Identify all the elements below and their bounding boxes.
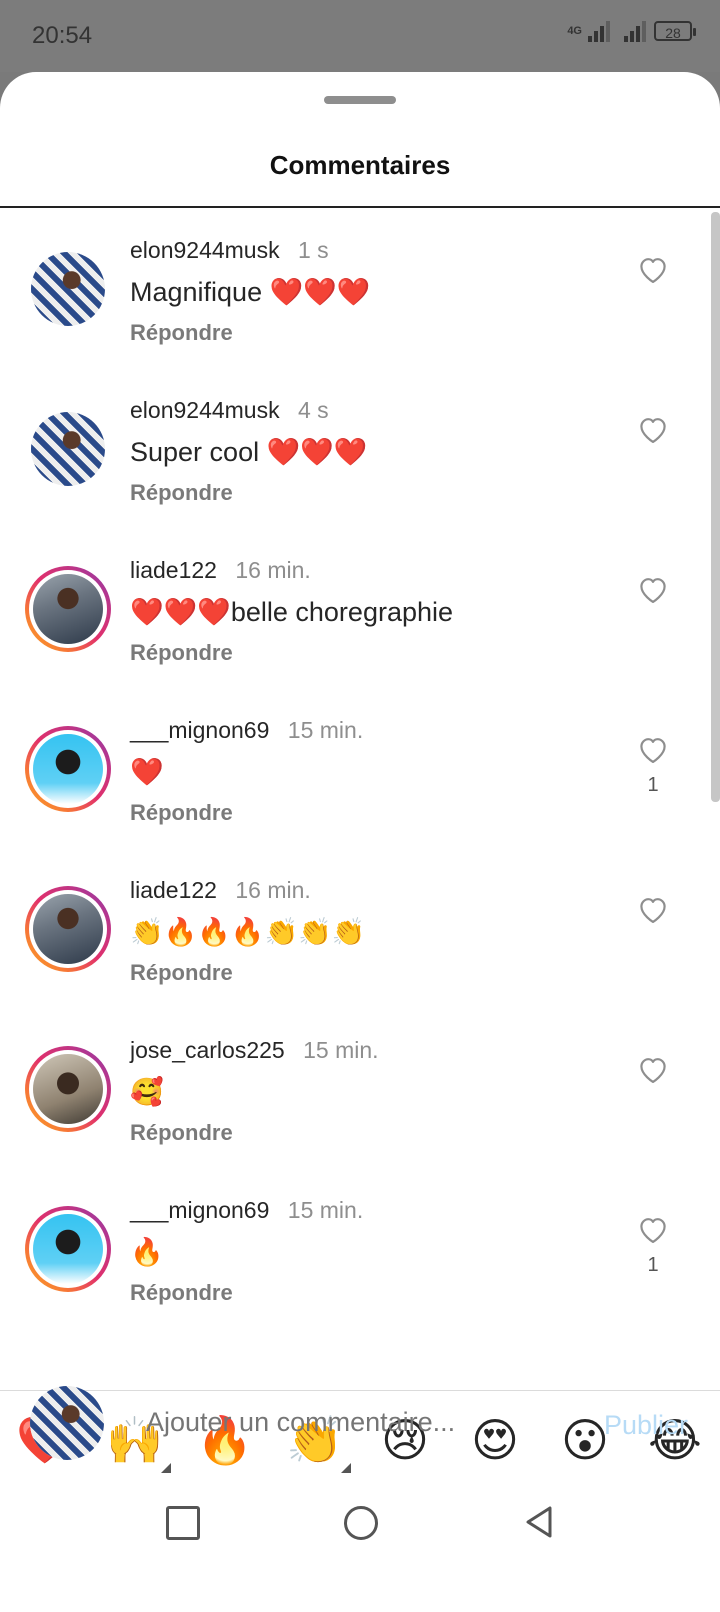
comment-time: 16 min. bbox=[235, 557, 311, 583]
status-time: 20:54 bbox=[32, 22, 93, 49]
square-icon bbox=[166, 1506, 200, 1540]
reply-button[interactable]: Répondre bbox=[130, 960, 610, 986]
heart-outline-icon bbox=[640, 898, 666, 924]
user-avatar[interactable] bbox=[25, 246, 111, 332]
user-avatar[interactable] bbox=[25, 886, 111, 972]
comment-composer: Publier bbox=[0, 1380, 720, 1480]
comment-username[interactable]: liade122 bbox=[130, 877, 217, 903]
comment-text: ❤️❤️❤️belle choregraphie bbox=[130, 597, 454, 627]
sheet-title: Commentaires bbox=[269, 150, 451, 180]
heart-outline-icon bbox=[640, 1058, 666, 1084]
comment-username[interactable]: ___mignon69 bbox=[130, 1197, 269, 1223]
reply-button[interactable]: Répondre bbox=[130, 1280, 610, 1306]
system-nav-bar bbox=[0, 1482, 720, 1574]
scrollbar[interactable] bbox=[711, 212, 720, 802]
comment-item[interactable]: elon9244musk 1 s Magnifique ❤️❤️❤️ Répon… bbox=[0, 214, 710, 374]
reply-button[interactable]: Répondre bbox=[130, 480, 610, 506]
comment-input[interactable] bbox=[144, 1406, 568, 1439]
current-user-avatar bbox=[30, 1386, 104, 1460]
comment-username[interactable]: liade122 bbox=[130, 557, 217, 583]
signal-icon-2 bbox=[624, 20, 646, 42]
user-avatar[interactable] bbox=[25, 566, 111, 652]
signal-icon bbox=[588, 20, 610, 42]
status-icons: 4G 28 bbox=[567, 20, 696, 42]
comment-text: Super cool ❤️❤️❤️ bbox=[130, 437, 368, 467]
recents-button[interactable] bbox=[162, 1502, 202, 1542]
back-button[interactable] bbox=[520, 1502, 560, 1542]
user-avatar[interactable] bbox=[25, 1046, 111, 1132]
comment-item[interactable]: jose_carlos225 15 min. 🥰 Répondre bbox=[0, 1014, 710, 1174]
comment-body: elon9244musk 4 s Super cool ❤️❤️❤️ Répon… bbox=[130, 394, 610, 506]
comment-text: Magnifique ❤️❤️❤️ bbox=[130, 277, 371, 307]
comment-body: elon9244musk 1 s Magnifique ❤️❤️❤️ Répon… bbox=[130, 234, 610, 346]
comment-text: ❤️ bbox=[130, 757, 164, 787]
sheet-drag-handle[interactable] bbox=[324, 96, 396, 104]
back-triangle-icon bbox=[526, 1506, 552, 1538]
comment-item[interactable]: ___mignon69 15 min. 🔥 Répondre 1 bbox=[0, 1174, 710, 1334]
like-count: 1 bbox=[647, 1254, 659, 1276]
heart-outline-icon bbox=[640, 738, 666, 764]
comment-time: 15 min. bbox=[303, 1037, 379, 1063]
home-button[interactable] bbox=[340, 1502, 380, 1542]
publish-button[interactable]: Publier bbox=[604, 1410, 688, 1441]
like-count: 1 bbox=[647, 774, 659, 796]
heart-outline-icon bbox=[640, 418, 666, 444]
comment-text: 👏🔥🔥🔥👏👏👏 bbox=[130, 917, 366, 947]
comment-time: 16 min. bbox=[235, 877, 311, 903]
network-type: 4G bbox=[567, 24, 582, 37]
circle-icon bbox=[344, 1506, 378, 1540]
heart-outline-icon bbox=[640, 258, 666, 284]
battery-level: 28 bbox=[665, 25, 681, 41]
reply-button[interactable]: Répondre bbox=[130, 320, 610, 346]
comment-body: ___mignon69 15 min. 🔥 Répondre bbox=[130, 1194, 610, 1306]
comment-username[interactable]: elon9244musk bbox=[130, 237, 280, 263]
reply-button[interactable]: Répondre bbox=[130, 640, 610, 666]
battery-icon: 28 bbox=[654, 21, 696, 41]
user-avatar[interactable] bbox=[25, 406, 111, 492]
comment-username[interactable]: ___mignon69 bbox=[130, 717, 269, 743]
title-divider bbox=[0, 206, 720, 208]
comment-time: 15 min. bbox=[287, 1197, 364, 1223]
user-avatar[interactable] bbox=[25, 726, 111, 812]
comment-text: 🔥 bbox=[130, 1237, 164, 1267]
comment-time: 1 s bbox=[298, 237, 329, 263]
comment-body: ___mignon69 15 min. ❤️ Répondre bbox=[130, 714, 610, 826]
heart-outline-icon bbox=[640, 578, 666, 604]
like-button[interactable]: 1 bbox=[636, 1214, 670, 1277]
comment-text: 🥰 bbox=[130, 1077, 164, 1107]
comments-list[interactable]: elon9244musk 1 s Magnifique ❤️❤️❤️ Répon… bbox=[0, 214, 710, 1334]
comment-time: 4 s bbox=[298, 397, 329, 423]
comment-time: 15 min. bbox=[287, 717, 364, 743]
reply-button[interactable]: Répondre bbox=[130, 1120, 610, 1146]
status-bar: 20:54 4G 28 bbox=[0, 0, 720, 72]
comment-body: liade122 16 min. 👏🔥🔥🔥👏👏👏 Répondre bbox=[130, 874, 610, 986]
comments-sheet: Commentaires elon9244musk 1 s Magnifique… bbox=[0, 72, 720, 1612]
like-button[interactable] bbox=[636, 574, 670, 614]
like-button[interactable]: 1 bbox=[636, 734, 670, 797]
user-avatar[interactable] bbox=[25, 1206, 111, 1292]
comment-body: liade122 16 min. ❤️❤️❤️belle choregraphi… bbox=[130, 554, 610, 666]
heart-outline-icon bbox=[640, 1218, 666, 1244]
like-button[interactable] bbox=[636, 1054, 670, 1094]
like-button[interactable] bbox=[636, 414, 670, 454]
comment-item[interactable]: liade122 16 min. ❤️❤️❤️belle choregraphi… bbox=[0, 534, 710, 694]
comment-body: jose_carlos225 15 min. 🥰 Répondre bbox=[130, 1034, 610, 1146]
comment-item[interactable]: ___mignon69 15 min. ❤️ Répondre 1 bbox=[0, 694, 710, 854]
reply-button[interactable]: Répondre bbox=[130, 800, 610, 826]
comment-item[interactable]: elon9244musk 4 s Super cool ❤️❤️❤️ Répon… bbox=[0, 374, 710, 534]
like-button[interactable] bbox=[636, 894, 670, 934]
comment-item[interactable]: liade122 16 min. 👏🔥🔥🔥👏👏👏 Répondre bbox=[0, 854, 710, 1014]
like-button[interactable] bbox=[636, 254, 670, 294]
comment-username[interactable]: elon9244musk bbox=[130, 397, 280, 423]
comment-username[interactable]: jose_carlos225 bbox=[130, 1037, 285, 1063]
